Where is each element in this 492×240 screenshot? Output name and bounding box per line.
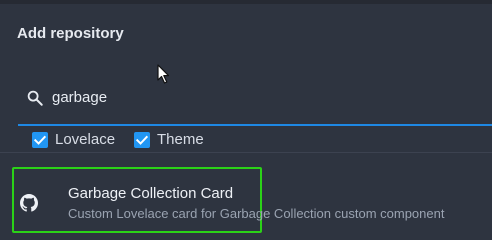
dialog-top-edge — [0, 0, 492, 4]
filter-theme-checkbox[interactable]: Theme — [134, 131, 204, 149]
add-repository-dialog: Add repository Lovelace Theme — [0, 0, 492, 240]
repository-name: Garbage Collection Card — [68, 185, 234, 202]
repository-description: Custom Lovelace card for Garbage Collect… — [68, 206, 445, 221]
filter-lovelace-label: Lovelace — [55, 131, 116, 148]
filter-theme-label: Theme — [157, 131, 204, 148]
search-input[interactable] — [52, 87, 472, 109]
filter-divider — [0, 152, 492, 153]
dialog-title: Add repository — [17, 25, 124, 42]
search-icon — [27, 90, 43, 106]
category-filters: Lovelace Theme — [0, 128, 492, 152]
checkbox-checked-icon — [32, 132, 48, 148]
checkbox-checked-icon — [134, 132, 150, 148]
search-bar — [0, 80, 492, 126]
repository-result-item[interactable]: Garbage Collection Card Custom Lovelace … — [12, 167, 444, 233]
filter-lovelace-checkbox[interactable]: Lovelace — [32, 131, 115, 149]
github-icon — [20, 194, 38, 212]
search-underline — [18, 124, 492, 126]
